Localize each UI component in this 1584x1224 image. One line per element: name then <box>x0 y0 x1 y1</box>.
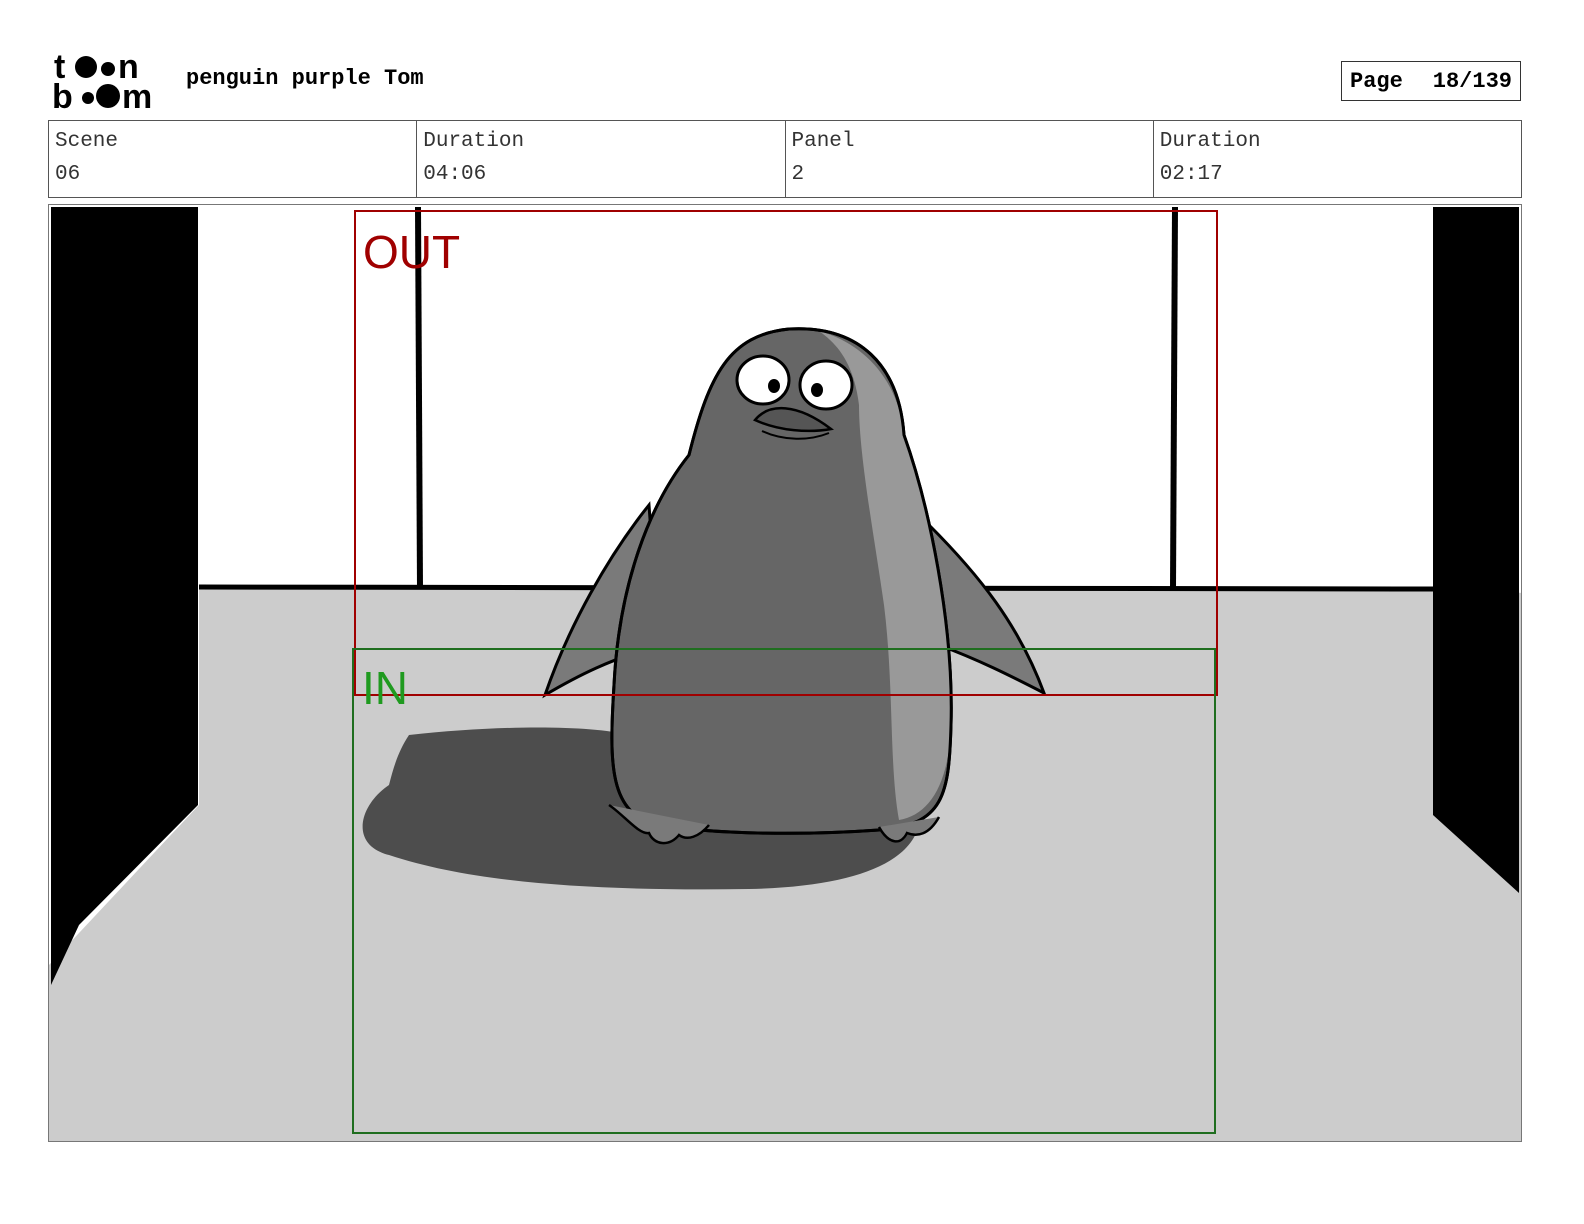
scene-duration-label: Duration <box>423 130 525 153</box>
panel-duration-label: Duration <box>1159 130 1261 153</box>
right-door <box>1433 207 1519 893</box>
penguin-sketch <box>49 205 1521 1141</box>
page-indicator: Page 18/139 <box>1341 61 1521 101</box>
page-label: Page <box>1350 68 1403 94</box>
page-number: 18/139 <box>1432 68 1512 94</box>
panel-label: Panel <box>791 130 855 153</box>
project-title: penguin purple Tom <box>186 66 424 91</box>
scene-value: 06 <box>55 163 81 186</box>
panel-cell: Panel 2 <box>786 121 1154 197</box>
panel-duration-cell: Duration 02:17 <box>1154 121 1521 197</box>
scene-duration-value: 04:06 <box>423 163 487 186</box>
scene-cell: Scene 06 <box>49 121 418 197</box>
scene-duration-cell: Duration 04:06 <box>417 121 786 197</box>
panel-duration-value: 02:17 <box>1159 163 1223 186</box>
panel-info-table: Scene 06 Duration 04:06 Panel 2 Duration… <box>48 120 1522 198</box>
in-frame-label: IN <box>362 662 408 714</box>
svg-text:m: m <box>122 78 152 112</box>
scene-label: Scene <box>55 130 119 153</box>
panel-value: 2 <box>791 163 805 186</box>
svg-text:b: b <box>52 78 73 112</box>
out-frame-label: OUT <box>363 226 461 278</box>
toonboom-logo: t n b m <box>52 50 152 112</box>
storyboard-panel: OUT IN <box>48 204 1522 1142</box>
